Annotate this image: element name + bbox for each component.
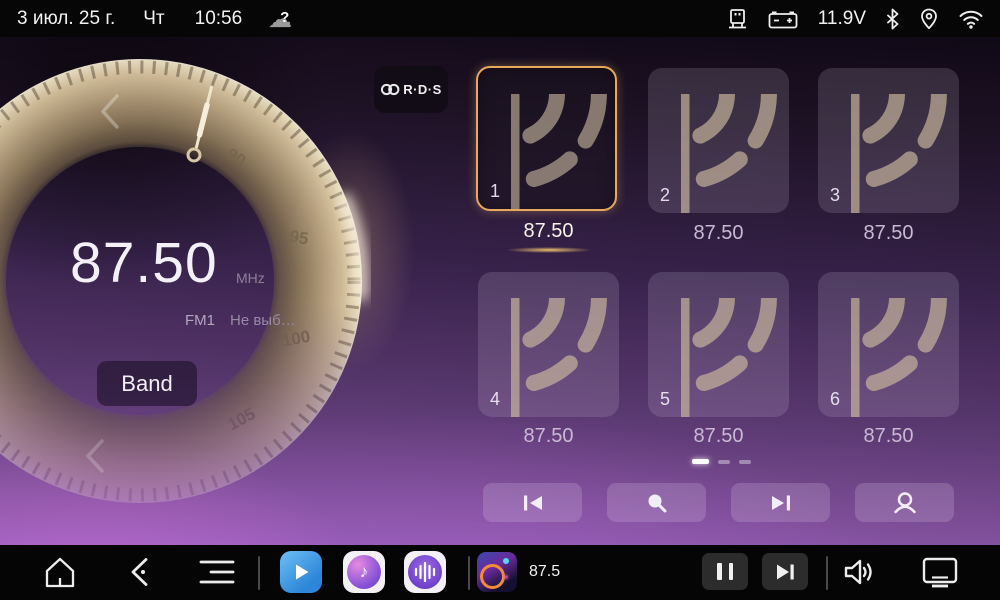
current-frequency: 87.50 xyxy=(70,230,218,296)
seek-next-button[interactable] xyxy=(731,483,830,522)
frequency-unit: MHz xyxy=(236,270,265,286)
volume-icon[interactable] xyxy=(840,555,878,589)
seek-previous-button[interactable] xyxy=(483,483,582,522)
band-label: FM1 xyxy=(185,312,215,329)
nav-divider xyxy=(468,556,470,590)
back-icon[interactable] xyxy=(126,557,152,587)
rds-badge[interactable]: R·D·S xyxy=(374,66,448,113)
page-dot-active[interactable] xyxy=(692,459,709,464)
preset-frequency-label: 87.50 xyxy=(478,425,619,448)
preset-frequency-label: 87.50 xyxy=(648,425,789,448)
preset-number: 3 xyxy=(830,185,840,206)
car-radio-screen: 3 июл. 25 г. Чт 10:56 ☁ ? xyxy=(0,0,1000,600)
preset-pagination xyxy=(692,459,751,464)
broadcast-icon xyxy=(851,298,959,417)
music-app-icon[interactable]: ♪ xyxy=(343,551,385,593)
playlist-icon[interactable] xyxy=(199,559,235,585)
preset-tile-2[interactable]: 2 xyxy=(648,68,789,213)
voice-app-icon[interactable] xyxy=(404,551,446,593)
wifi-icon[interactable] xyxy=(958,7,984,31)
display-icon[interactable] xyxy=(920,556,960,590)
status-time: 10:56 xyxy=(195,8,243,30)
status-date: 3 июл. 25 г. xyxy=(17,8,115,30)
broadcast-icon xyxy=(681,94,789,213)
weather-cloud-icon[interactable]: ☁ ? xyxy=(268,7,298,31)
page-dot[interactable] xyxy=(739,460,751,464)
status-weekday: Чт xyxy=(143,8,164,30)
bottom-nav-bar: ♪ 87.5 xyxy=(0,545,1000,600)
broadcast-icon xyxy=(511,94,617,211)
dial-label-95: 95 xyxy=(288,227,310,249)
page-dot[interactable] xyxy=(718,460,730,464)
now-playing-frequency: 87.5 xyxy=(529,563,560,581)
preset-frequency-label: 87.50 xyxy=(648,222,789,245)
broadcast-icon xyxy=(511,298,619,417)
selected-preset-underline xyxy=(506,247,592,253)
now-playing-album-art[interactable] xyxy=(477,552,517,592)
video-app-icon[interactable] xyxy=(280,551,322,593)
preset-frequency-label: 87.50 xyxy=(478,220,619,243)
search-icon xyxy=(645,492,669,514)
broadcast-icon xyxy=(681,298,789,417)
usb-icon xyxy=(727,7,748,31)
bluetooth-icon[interactable] xyxy=(885,7,900,31)
preset-tile-4[interactable]: 4 xyxy=(478,272,619,417)
music-disc-icon: ♪ xyxy=(347,555,381,589)
broadcast-icon xyxy=(851,94,959,213)
preset-scan-icon xyxy=(892,491,918,515)
status-bar: 3 июл. 25 г. Чт 10:56 ☁ ? xyxy=(0,0,1000,37)
nav-divider xyxy=(258,556,260,590)
skip-next-icon xyxy=(773,561,797,583)
battery-voltage: 11.9V xyxy=(818,8,866,30)
next-track-button[interactable] xyxy=(762,553,808,590)
rds-label: R·D·S xyxy=(403,82,442,97)
band-button-label: Band xyxy=(121,371,172,397)
nav-divider xyxy=(826,556,828,590)
preset-number: 1 xyxy=(490,181,500,202)
preset-tile-1[interactable]: 1 xyxy=(476,66,617,211)
preset-tile-3[interactable]: 3 xyxy=(818,68,959,213)
play-icon xyxy=(291,562,311,582)
search-button[interactable] xyxy=(607,483,706,522)
preset-frequency-label: 87.50 xyxy=(818,222,959,245)
car-battery-icon xyxy=(767,7,799,31)
pause-icon xyxy=(717,563,722,580)
preset-tile-6[interactable]: 6 xyxy=(818,272,959,417)
preset-number: 6 xyxy=(830,389,840,410)
preset-frequency-label: 87.50 xyxy=(818,425,959,448)
preset-number: 5 xyxy=(660,389,670,410)
rds-icon xyxy=(380,82,401,97)
preset-number: 2 xyxy=(660,185,670,206)
seek-next-icon xyxy=(769,493,793,513)
preset-tile-5[interactable]: 5 xyxy=(648,272,789,417)
preset-number: 4 xyxy=(490,389,500,410)
weather-unknown-symbol: ? xyxy=(280,9,289,26)
seek-previous-icon xyxy=(521,493,545,513)
home-icon[interactable] xyxy=(42,555,78,589)
pause-button[interactable] xyxy=(702,553,748,590)
band-button[interactable]: Band xyxy=(97,361,197,406)
station-name: Не выб… xyxy=(230,312,296,329)
location-icon[interactable] xyxy=(919,7,939,31)
waveform-icon xyxy=(408,555,442,589)
preset-scan-button[interactable] xyxy=(855,483,954,522)
